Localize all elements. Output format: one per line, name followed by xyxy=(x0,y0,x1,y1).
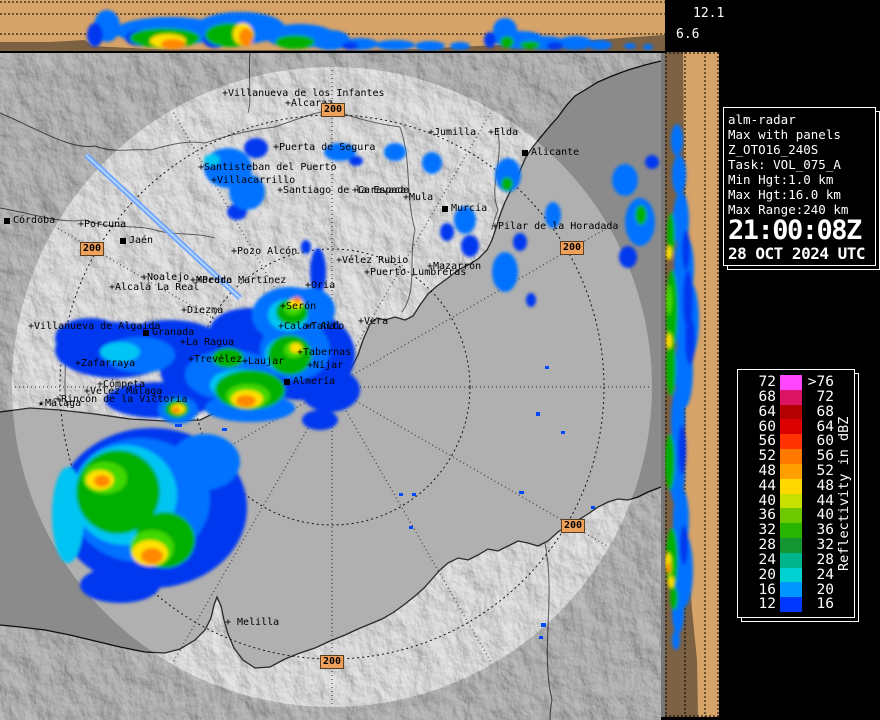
info-line: Task: VOL_075_A xyxy=(728,157,841,172)
info-line: Max with panels xyxy=(728,127,841,142)
legend-color-swatch xyxy=(780,389,802,405)
legend-row: 40 44 xyxy=(758,492,834,509)
legend-title: Reflectivity in dBZ xyxy=(836,416,852,571)
legend-color-swatch xyxy=(780,463,802,479)
timestamp: 21:00:08Z xyxy=(728,215,862,246)
legend-color-swatch xyxy=(780,449,802,464)
date-label: 28 OCT 2024 UTC xyxy=(728,244,866,263)
legend-row: 28 32 xyxy=(758,537,834,554)
legend-color-swatch xyxy=(780,404,802,420)
radar-display-window: 12.1 6.6 alm-radar Max with panels Z_OTO16_… xyxy=(0,0,880,720)
legend-color-swatch xyxy=(780,537,802,553)
panel-divider xyxy=(0,51,665,53)
legend-row: 36 40 xyxy=(758,507,834,524)
legend-color-swatch xyxy=(780,493,802,509)
height-gridline-label: 6.6 xyxy=(676,27,700,42)
legend-color-swatch xyxy=(780,523,802,538)
legend-row: 60 64 xyxy=(758,418,834,435)
legend-row: 16 20 xyxy=(758,581,834,598)
info-panel: alm-radar Max with panels Z_OTO16_240S Task… xyxy=(723,107,876,266)
panel-gap xyxy=(661,52,665,717)
legend-row: 68 72 xyxy=(758,388,834,405)
map-panel xyxy=(0,52,661,720)
legend-color-swatch xyxy=(780,434,802,450)
legend-color-swatch xyxy=(780,597,802,612)
legend-color-swatch xyxy=(780,582,802,598)
legend-row: 24 28 xyxy=(758,551,834,568)
legend-color-swatch xyxy=(780,552,802,568)
legend-color-swatch xyxy=(780,419,802,435)
info-line: Z_OTO16_240S xyxy=(728,142,819,157)
info-line: Max Hgt:16.0 km xyxy=(728,187,841,202)
info-line: alm-radar xyxy=(728,112,796,127)
legend-row: 44 48 xyxy=(758,477,834,494)
legend-row: 20 24 xyxy=(758,566,834,583)
legend-color-swatch xyxy=(780,508,802,524)
legend-row: 48 52 xyxy=(758,463,834,480)
legend-row: 52 56 xyxy=(758,448,834,465)
legend-row: 32 36 xyxy=(758,522,834,539)
legend-row: 56 60 xyxy=(758,433,834,450)
legend-color-swatch xyxy=(780,567,802,583)
reflectivity-legend: 72 >76 68 72 64 68 60 64 56 60 52 56 48 52 44 48 40 44 36 4… xyxy=(737,369,855,618)
legend-row: 12 16 xyxy=(758,596,834,613)
legend-row: 72 >76 xyxy=(758,374,834,391)
right-cross-section-panel xyxy=(665,52,719,717)
top-cross-section-panel xyxy=(0,0,665,52)
height-gridline-label: 12.1 xyxy=(693,6,725,21)
legend-color-swatch xyxy=(780,478,802,494)
legend-color-swatch xyxy=(780,375,802,390)
legend-row: 64 68 xyxy=(758,403,834,420)
info-line: Min Hgt:1.0 km xyxy=(728,172,834,187)
